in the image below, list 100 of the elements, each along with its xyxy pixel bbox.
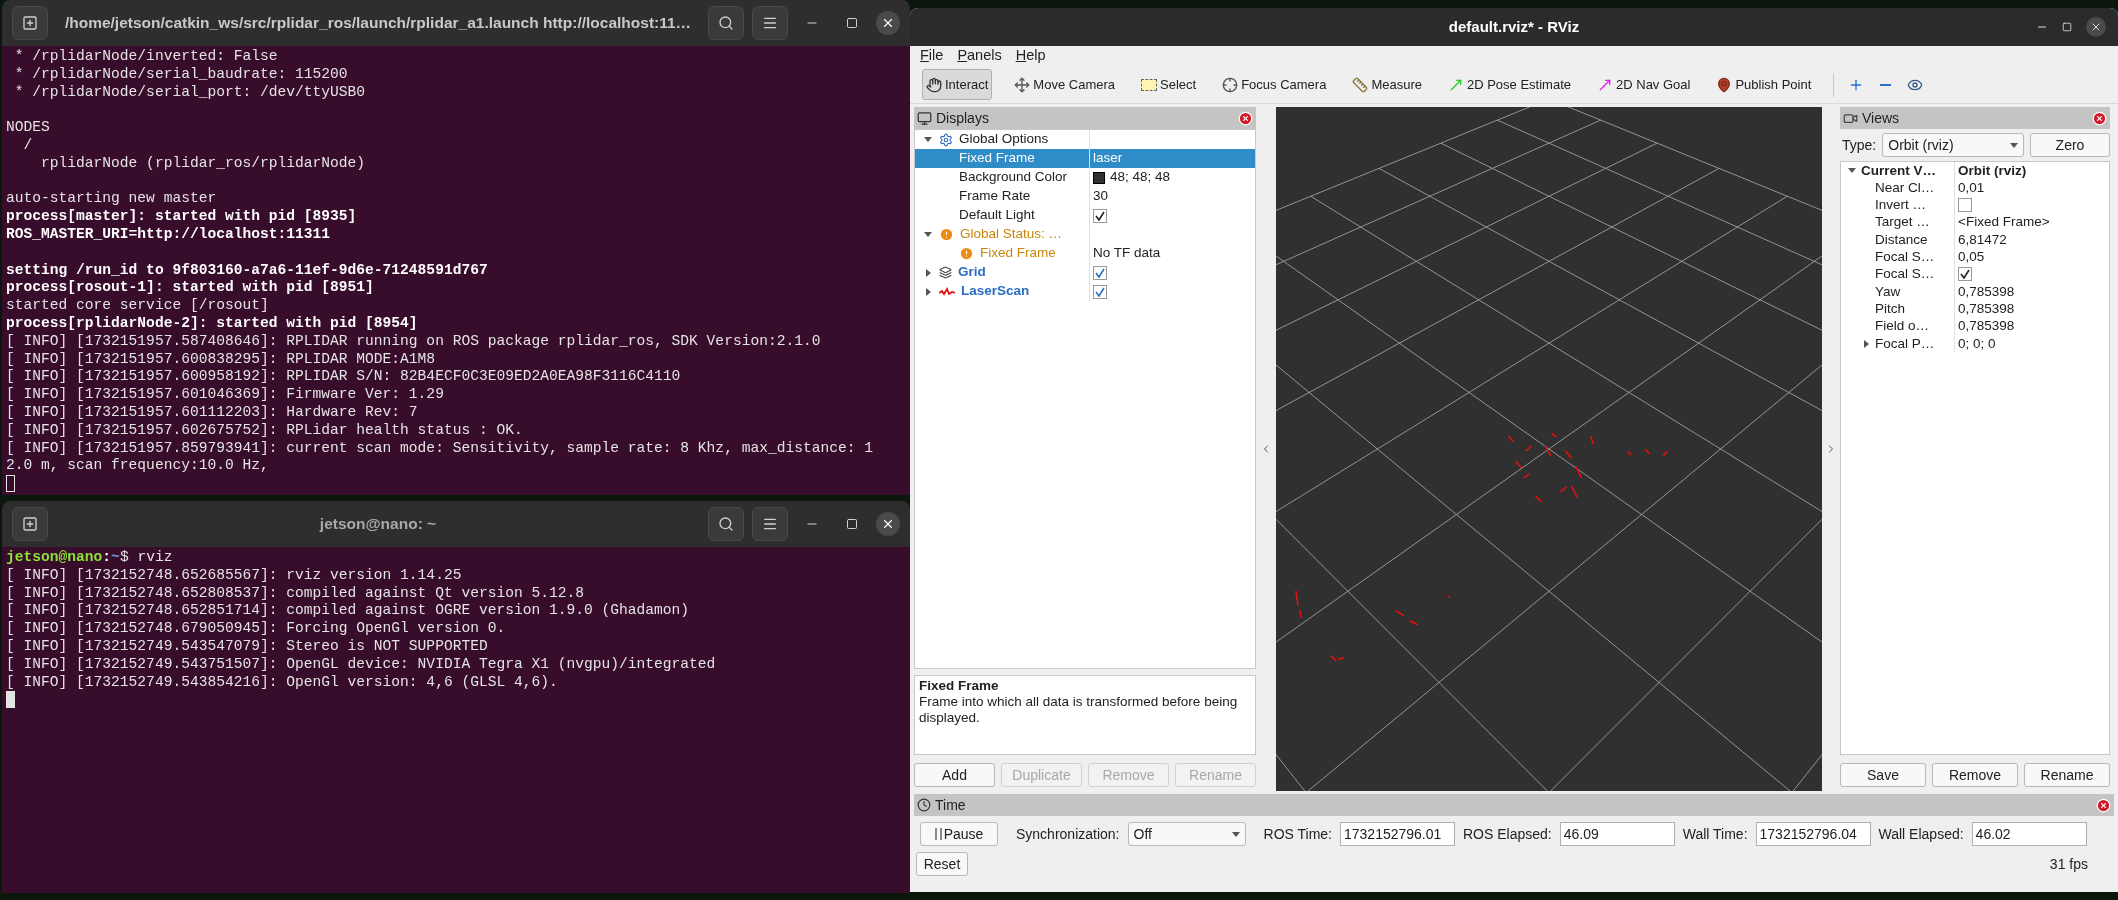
menu-button[interactable]	[752, 507, 788, 541]
close-button[interactable]	[2086, 17, 2106, 37]
tree-label: Yaw	[1875, 282, 1901, 301]
collapsed-arrow-icon[interactable]	[925, 287, 931, 296]
tree-row[interactable]: Focal P… 0; 0; 0	[1841, 334, 2109, 353]
tree-label: Distance	[1875, 230, 1928, 249]
expanded-arrow-icon[interactable]	[1848, 168, 1856, 174]
terminal-line: * /rplidarNode/serial_baudrate: 115200	[13, 65, 349, 84]
tree-row[interactable]: Grid	[915, 263, 1255, 282]
checkbox[interactable]	[1958, 198, 1972, 213]
tree-row[interactable]: Frame Rate 30	[915, 187, 1255, 206]
tree-label: Current V…	[1861, 162, 1936, 180]
tree-row[interactable]: Default Light	[915, 206, 1255, 225]
menu-button[interactable]	[752, 6, 788, 40]
tree-row[interactable]: Distance 6,81472	[1841, 231, 2109, 249]
close-button[interactable]	[876, 11, 900, 35]
tree-row[interactable]: Focal S…	[1841, 265, 2109, 284]
property-value: 0,785398	[1958, 317, 2015, 336]
remove-tool-button[interactable]	[1880, 83, 1892, 86]
expanded-arrow-icon[interactable]	[924, 232, 932, 237]
terminal-line: auto-starting new master	[6, 189, 218, 209]
time-field[interactable]: 46.09	[1559, 822, 1675, 846]
panel-button[interactable]: Add	[914, 763, 995, 787]
close-icon[interactable]	[2096, 797, 2111, 813]
tree-row[interactable]: Near Cl… 0,01	[1841, 179, 2109, 197]
tree-row[interactable]: Background Color 48; 48; 48	[915, 168, 1255, 187]
reset-button[interactable]: Reset	[916, 852, 968, 876]
tree-row[interactable]: Current V… Orbit (rviz)	[1841, 162, 2109, 180]
warning-icon	[959, 246, 974, 261]
pin-icon	[1716, 76, 1733, 93]
property-value: 48; 48; 48	[1110, 168, 1171, 187]
time-label: Wall Elapsed:	[1878, 824, 1964, 844]
checkbox[interactable]	[1093, 208, 1107, 223]
tree-label: Field o…	[1875, 317, 1930, 336]
menu-item[interactable]: Panels	[957, 45, 1002, 67]
tree-row[interactable]: Pitch 0,785398	[1841, 300, 2109, 318]
tree-row[interactable]: Fixed Frame laser	[915, 149, 1255, 168]
fps-counter: 31 fps	[2049, 854, 2088, 874]
tool-button[interactable]: Measure	[1348, 69, 1426, 100]
tree-row[interactable]: LaserScan	[915, 282, 1255, 301]
expanded-arrow-icon[interactable]	[924, 137, 932, 142]
checkbox[interactable]	[1093, 265, 1107, 280]
sync-dropdown[interactable]: Off	[1127, 822, 1246, 846]
terminal-line: [ INFO] [1732151957.859793941]: current scan mode: Sensitivity, sample rate: 8 Khz, max_distance: 1	[6, 439, 874, 458]
checkbox[interactable]	[1093, 284, 1107, 299]
window-title: default.rviz* - RViz	[1447, 16, 1581, 37]
search-button[interactable]	[708, 6, 744, 40]
terminal-line: [ INFO] [1732152748.652808537]: compiled against Qt version 5.12.8	[6, 584, 585, 603]
close-icon[interactable]	[1238, 110, 1253, 126]
tree-row[interactable]: Field o… 0,785398	[1841, 317, 2109, 335]
new-tab-button[interactable]	[12, 507, 48, 541]
panel-button[interactable]: Remove	[1932, 763, 2018, 787]
collapsed-arrow-icon[interactable]	[1863, 339, 1869, 348]
type-dropdown[interactable]: Orbit (rviz)	[1882, 133, 2024, 157]
menu-item[interactable]: File	[920, 45, 944, 67]
tree-row[interactable]: Yaw 0,785398	[1841, 283, 2109, 301]
tool-button[interactable]: 2D Nav Goal	[1593, 69, 1695, 100]
tree-label: Background Color	[959, 168, 1068, 187]
panel-button[interactable]: Save	[1840, 763, 1926, 787]
tool-button[interactable]: Focus Camera	[1218, 69, 1331, 100]
close-icon[interactable]	[2092, 110, 2107, 126]
tree-row[interactable]: Target … <Fixed Frame>	[1841, 213, 2109, 232]
panel-button[interactable]: Rename	[2024, 763, 2110, 787]
squiggle-icon	[939, 286, 955, 297]
terminal-line: setting /run_id to 9f803160-a7a6-11ef-9d6e-71248591d767	[6, 260, 489, 280]
time-field[interactable]: 46.02	[1971, 822, 2087, 846]
search-icon	[718, 15, 734, 31]
terminal-line: [ INFO] [1732152749.543547079]: Stereo is NOT SUPPORTED	[6, 638, 489, 656]
pause-button[interactable]: Pause	[920, 822, 998, 846]
tree-label: Default Light	[959, 206, 1035, 225]
dashed-square-icon	[1141, 78, 1157, 91]
tool-button[interactable]: Move Camera	[1010, 69, 1119, 100]
terminal-line: [ INFO] [1732151957.601112203]: Hardware Rev: 7	[6, 403, 419, 422]
property-value: 30	[1093, 187, 1109, 206]
tree-label: Fixed Frame	[959, 149, 1035, 168]
menu-item[interactable]: Help	[1015, 45, 1046, 67]
checkbox[interactable]	[1958, 267, 1972, 282]
tree-row[interactable]: Fixed Frame No TF data	[915, 244, 1255, 263]
time-field[interactable]: 1732152796.04	[1755, 822, 1871, 846]
time-field[interactable]: 1732152796.01	[1340, 822, 1455, 846]
new-tab-button[interactable]	[12, 6, 48, 40]
terminal-line: [ INFO] [1732151957.600958192]: RPLIDAR S/N: 82B4ECF0C3E09ED2A0EA98F3116C4110	[6, 368, 682, 387]
tool-button[interactable]: Publish Point	[1712, 69, 1816, 100]
search-button[interactable]	[708, 507, 744, 541]
tool-button[interactable]: 2D Pose Estimate	[1443, 69, 1575, 100]
terminal-line: [ INFO] [1732151957.602675752]: RPLidar health status : OK.	[6, 421, 524, 440]
square-plus-icon	[22, 15, 38, 31]
tree-label: Grid	[958, 263, 986, 282]
square-plus-icon	[22, 516, 38, 532]
tool-button[interactable]: Select	[1137, 69, 1201, 100]
menu-icon	[762, 15, 778, 31]
zero-button[interactable]: Zero	[2030, 133, 2110, 157]
tool-button[interactable]: Interact	[922, 69, 993, 100]
close-button[interactable]	[876, 512, 900, 536]
terminal-line: * /rplidarNode/inverted: False	[13, 48, 279, 66]
caret-icon	[2010, 142, 2018, 148]
collapsed-arrow-icon[interactable]	[925, 268, 931, 277]
maximize-button[interactable]	[2062, 22, 2072, 32]
tree-row[interactable]: Focal S… 0,05	[1841, 248, 2109, 266]
tree-row[interactable]: Invert …	[1841, 196, 2109, 214]
